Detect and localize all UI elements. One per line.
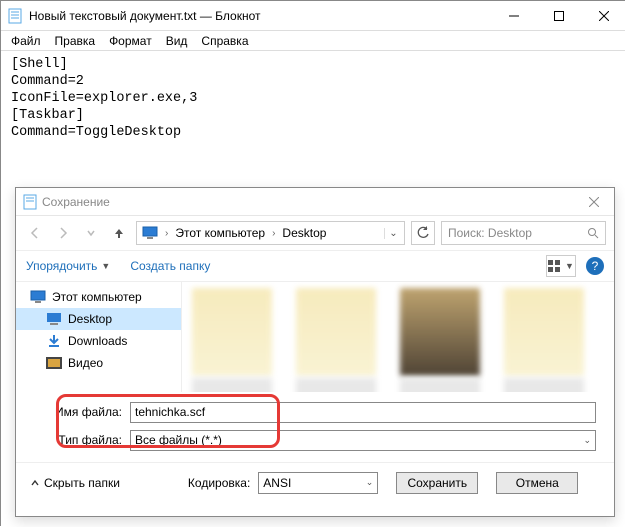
maximize-button[interactable] — [536, 1, 581, 31]
refresh-button[interactable] — [411, 221, 435, 245]
chevron-down-icon: ⌄ — [366, 477, 374, 488]
menu-view[interactable]: Вид — [166, 34, 188, 48]
chevron-down-icon: ▼ — [101, 261, 110, 271]
filetype-select[interactable]: Все файлы (*.*) ⌄ — [130, 430, 596, 451]
file-thumbnail[interactable] — [296, 288, 376, 376]
pc-icon — [141, 224, 159, 242]
tree-item-desktop[interactable]: Desktop — [16, 308, 181, 330]
breadcrumb-dropdown[interactable]: ⌄ — [384, 228, 402, 239]
menu-edit[interactable]: Правка — [55, 34, 96, 48]
menu-format[interactable]: Формат — [109, 34, 152, 48]
close-button[interactable] — [581, 1, 625, 31]
breadcrumb[interactable]: › Этот компьютер › Desktop ⌄ — [136, 221, 405, 245]
desktop-icon — [46, 311, 62, 327]
file-thumbnail[interactable] — [400, 378, 480, 392]
encoding-label: Кодировка: — [188, 476, 250, 490]
encoding-select[interactable]: ANSI ⌄ — [258, 472, 378, 494]
notepad-icon — [7, 8, 23, 24]
chevron-down-icon: ⌄ — [583, 435, 591, 446]
downloads-icon — [46, 333, 62, 349]
save-button[interactable]: Сохранить — [396, 472, 478, 494]
menu-help[interactable]: Справка — [201, 34, 248, 48]
file-thumbnail[interactable] — [192, 378, 272, 392]
breadcrumb-folder[interactable]: Desktop — [279, 226, 329, 240]
dialog-body: Этот компьютер Desktop Downloads Видео — [16, 282, 614, 392]
up-button[interactable] — [108, 222, 130, 244]
file-thumbnail[interactable] — [192, 288, 272, 376]
filetype-label: Тип файла: — [34, 433, 130, 447]
dialog-icon — [22, 194, 38, 210]
search-placeholder: Поиск: Desktop — [448, 226, 532, 240]
chevron-right-icon: › — [268, 228, 279, 239]
dialog-footer: Скрыть папки Кодировка: ANSI ⌄ Сохранить… — [16, 462, 614, 502]
pc-icon — [30, 289, 46, 305]
file-list[interactable] — [182, 282, 614, 392]
tree-item-downloads[interactable]: Downloads — [16, 330, 181, 352]
dialog-close-button[interactable] — [574, 188, 614, 216]
notepad-menubar: Файл Правка Формат Вид Справка — [1, 31, 625, 51]
search-input[interactable]: Поиск: Desktop — [441, 221, 606, 245]
tree-item-pc[interactable]: Этот компьютер — [16, 286, 181, 308]
file-thumbnail[interactable] — [296, 378, 376, 392]
view-options-button[interactable]: ▼ — [546, 255, 576, 277]
chevron-up-icon — [30, 478, 40, 488]
new-folder-button[interactable]: Создать папку — [130, 259, 210, 273]
dialog-titlebar: Сохранение — [16, 188, 614, 216]
recent-dropdown[interactable] — [80, 222, 102, 244]
menu-file[interactable]: Файл — [11, 34, 41, 48]
hide-folders-link[interactable]: Скрыть папки — [30, 476, 120, 490]
save-dialog: Сохранение › Этот компьютер › Desktop ⌄ … — [15, 187, 615, 517]
notepad-titlebar: Новый текстовый документ.txt — Блокнот — [1, 1, 625, 31]
dialog-toolbar: Упорядочить▼ Создать папку ▼ ? — [16, 250, 614, 282]
notepad-title: Новый текстовый документ.txt — Блокнот — [29, 9, 491, 23]
video-icon — [46, 355, 62, 371]
filename-label: Имя файла: — [34, 405, 130, 419]
breadcrumb-root[interactable]: Этот компьютер — [172, 226, 268, 240]
cancel-button[interactable]: Отмена — [496, 472, 578, 494]
form-area: Имя файла: Тип файла: Все файлы (*.*) ⌄ — [16, 392, 614, 462]
forward-button[interactable] — [52, 222, 74, 244]
search-icon — [587, 227, 599, 239]
chevron-right-icon: › — [161, 228, 172, 239]
minimize-button[interactable] — [491, 1, 536, 31]
tree-item-video[interactable]: Видео — [16, 352, 181, 374]
dialog-title: Сохранение — [42, 195, 574, 209]
back-button[interactable] — [24, 222, 46, 244]
filename-input[interactable] — [130, 402, 596, 423]
organize-button[interactable]: Упорядочить▼ — [26, 259, 110, 273]
file-thumbnail[interactable] — [504, 378, 584, 392]
chevron-down-icon: ▼ — [565, 261, 574, 271]
file-thumbnail[interactable] — [504, 288, 584, 376]
nav-row: › Этот компьютер › Desktop ⌄ Поиск: Desk… — [16, 216, 614, 250]
file-thumbnail[interactable] — [400, 288, 480, 376]
help-button[interactable]: ? — [586, 257, 604, 275]
folder-tree: Этот компьютер Desktop Downloads Видео — [16, 282, 182, 392]
notepad-content[interactable]: [Shell] Command=2 IconFile=explorer.exe,… — [1, 51, 625, 147]
